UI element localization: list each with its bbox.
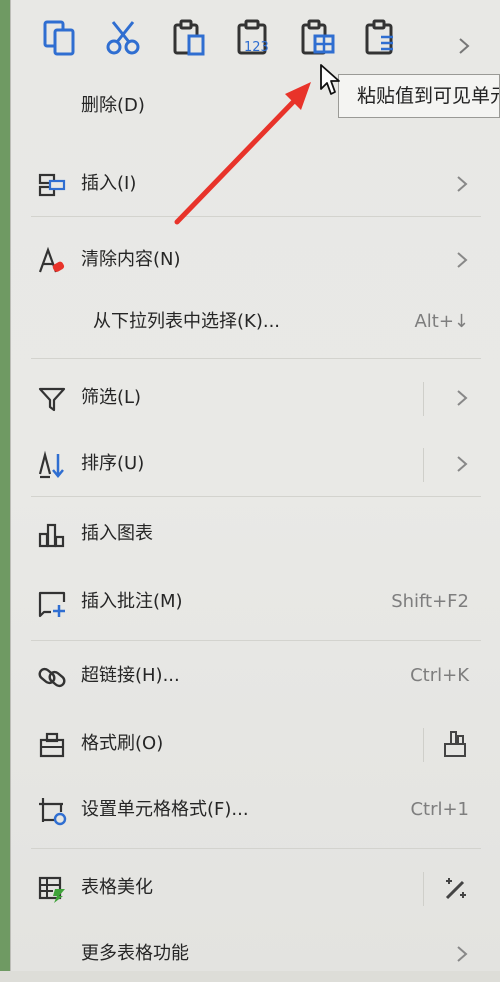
paste-button[interactable] <box>169 18 209 58</box>
menu-separator <box>31 496 481 497</box>
clear-format-icon <box>37 246 67 276</box>
menu-item-shortcut: Ctrl+K <box>410 665 469 686</box>
menu-item-label: 超链接(H)... <box>81 665 180 686</box>
menu-item-divider <box>423 872 424 906</box>
menu-item-shortcut: Ctrl+1 <box>410 799 469 820</box>
menu-item-label: 插入批注(M) <box>81 591 183 612</box>
cut-button[interactable] <box>103 18 143 58</box>
insert-cells-icon <box>37 170 67 200</box>
filter-icon <box>37 384 67 414</box>
clipboard-icon <box>173 19 205 56</box>
menu-separator <box>31 358 481 359</box>
paste-visible-button[interactable] <box>297 18 337 58</box>
table-style-icon <box>37 874 67 904</box>
chevron-right-icon[interactable] <box>453 386 471 410</box>
chevron-right-icon <box>457 946 468 962</box>
chevron-right-icon <box>457 176 468 192</box>
menu-item-label: 插入图表 <box>81 523 153 544</box>
menu-item-label: 更多表格功能 <box>81 943 189 964</box>
cell-format-icon <box>37 796 67 826</box>
clipboard-list-icon <box>365 19 393 55</box>
menu-item-label: 格式刷(O) <box>81 733 164 754</box>
menu-item-label: 排序(U) <box>81 453 145 474</box>
magic-wand-icon[interactable] <box>439 872 471 904</box>
menu-item-insert-comment[interactable]: 插入批注(M) Shift+F2 <box>11 574 500 630</box>
chevron-right-icon[interactable] <box>455 36 473 56</box>
menu-item-sort[interactable]: 排序(U) <box>11 436 500 492</box>
menu-item-table-beautify[interactable]: 表格美化 <box>11 860 500 916</box>
menu-item-format-cells[interactable]: 设置单元格格式(F)... Ctrl+1 <box>11 782 500 838</box>
menu-item-format-painter[interactable]: 格式刷(O) <box>11 716 500 772</box>
spreadsheet-edge <box>0 0 10 971</box>
menu-separator <box>31 640 481 641</box>
menu-item-filter[interactable]: 筛选(L) <box>11 370 500 426</box>
menu-item-insert-chart[interactable]: 插入图表 <box>11 506 500 562</box>
menu-item-clear-contents[interactable]: 清除内容(N) <box>11 232 500 288</box>
brush-icon[interactable] <box>439 728 471 760</box>
menu-item-label: 删除(D) <box>81 95 145 116</box>
menu-item-label: 插入(I) <box>81 173 137 194</box>
format-painter-icon <box>37 730 67 760</box>
paste-special-button[interactable] <box>361 18 401 58</box>
menu-item-shortcut: Shift+F2 <box>391 591 469 612</box>
scissors-icon <box>106 21 140 55</box>
menu-item-label: 表格美化 <box>81 877 153 898</box>
chevron-right-icon <box>457 252 468 268</box>
menu-item-shortcut: Alt+↓ <box>414 311 469 332</box>
menu-item-divider <box>423 728 424 762</box>
menu-item-insert[interactable]: 插入(I) <box>11 156 500 212</box>
menu-item-more-functions[interactable]: 更多表格功能 <box>11 926 500 982</box>
comment-icon <box>37 588 67 618</box>
tooltip: 粘贴值到可见单元格 <box>338 74 500 118</box>
menu-separator <box>31 848 481 849</box>
sort-icon <box>37 450 67 480</box>
menu-separator <box>31 216 481 217</box>
menu-item-divider <box>423 448 424 482</box>
chart-icon <box>37 520 67 550</box>
copy-icon <box>43 20 75 56</box>
copy-button[interactable] <box>39 18 79 58</box>
paste-values-button[interactable]: 123 <box>233 18 273 58</box>
paste-values-badge: 123 <box>244 40 269 55</box>
clipboard-grid-icon <box>301 19 335 55</box>
menu-item-label: 清除内容(N) <box>81 249 181 270</box>
clipboard-123-icon: 123 <box>237 19 269 55</box>
chevron-right-icon[interactable] <box>453 452 471 476</box>
link-icon <box>37 662 67 692</box>
menu-item-label: 筛选(L) <box>81 387 142 408</box>
menu-item-label: 设置单元格格式(F)... <box>81 799 249 820</box>
clipboard-toolbar: 123 <box>11 0 500 82</box>
menu-item-hyperlink[interactable]: 超链接(H)... Ctrl+K <box>11 648 500 704</box>
menu-item-label: 从下拉列表中选择(K)... <box>93 311 281 332</box>
mouse-cursor-icon <box>320 64 340 95</box>
menu-item-divider <box>423 382 424 416</box>
context-menu: 123 删除(D) 插入(I) 清除内容(N) 从下拉列表中选择(K)... A… <box>10 0 500 971</box>
menu-item-pick-from-list[interactable]: 从下拉列表中选择(K)... Alt+↓ <box>11 294 500 350</box>
